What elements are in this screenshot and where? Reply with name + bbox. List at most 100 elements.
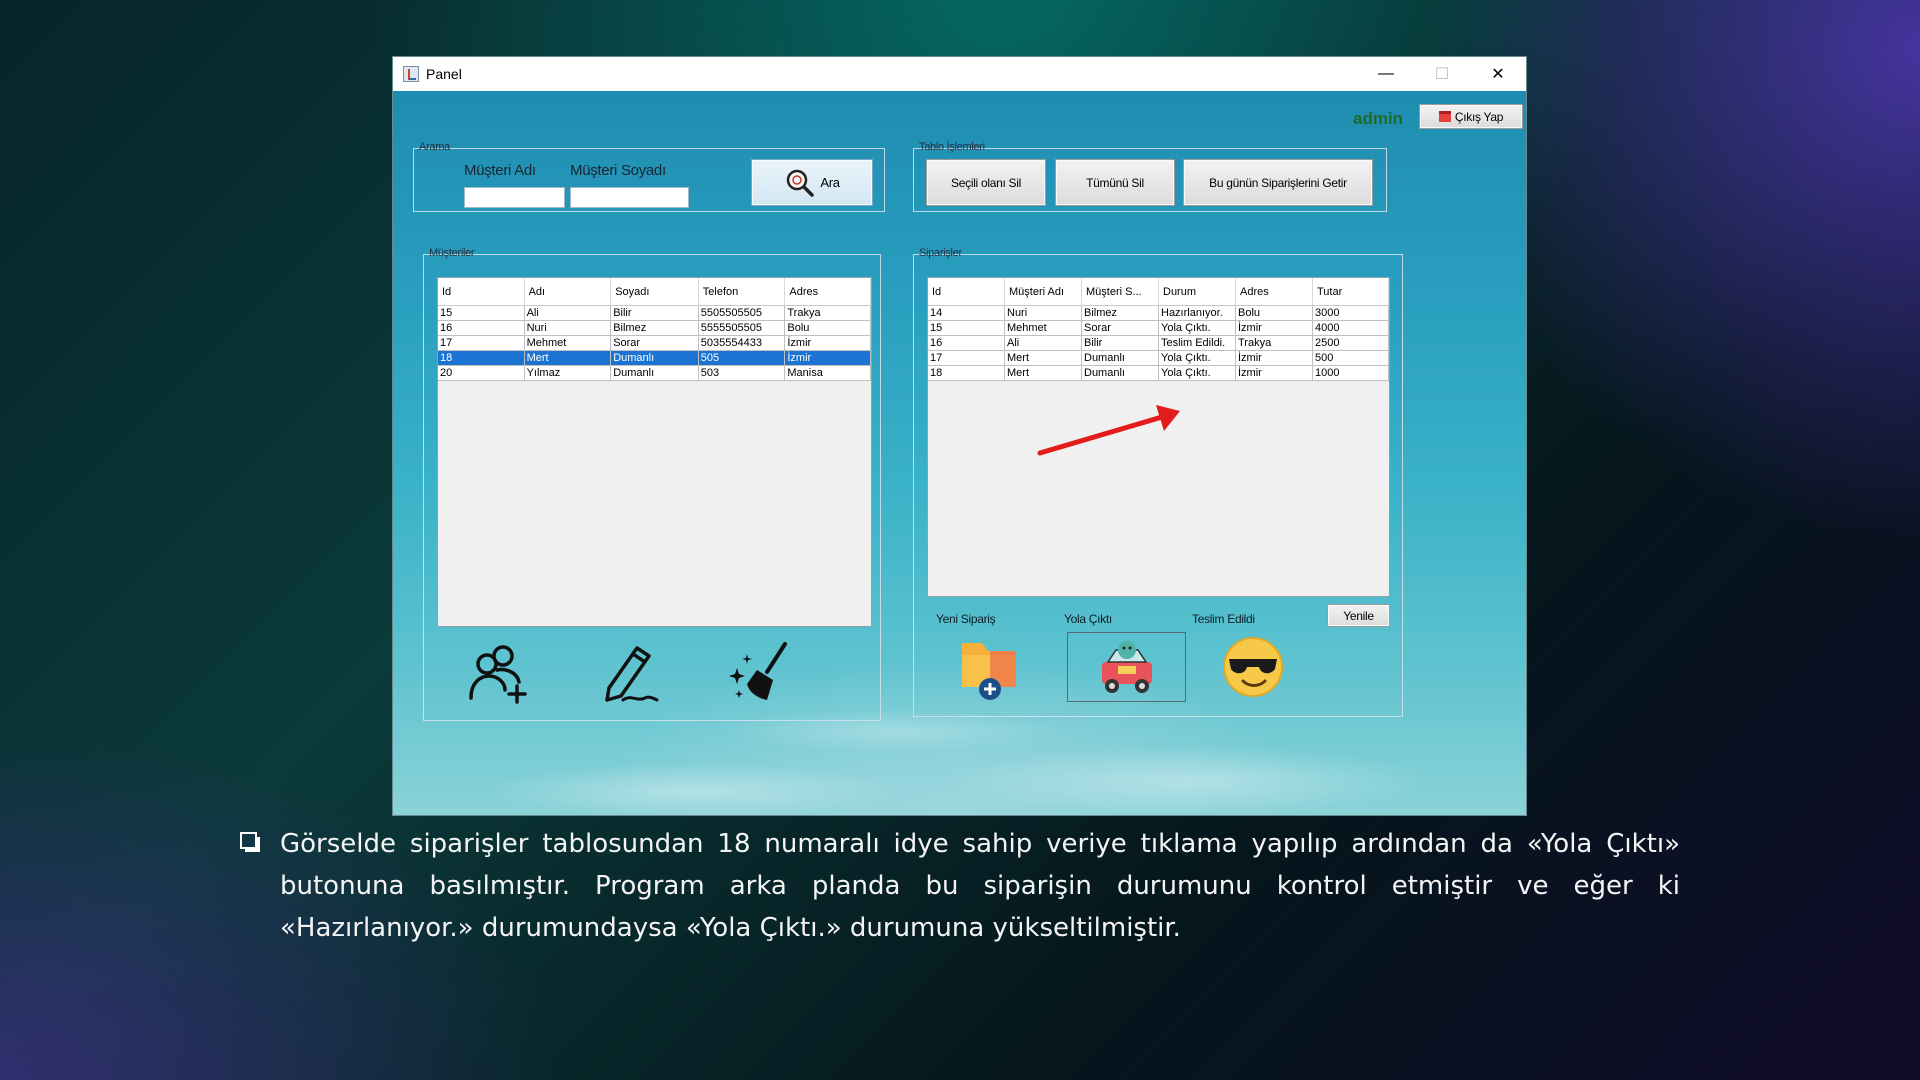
table-cell: Dumanlı [1082, 351, 1159, 366]
table-row[interactable]: 16 Nuri Bilmez 5555505505 Bolu [438, 321, 871, 336]
clear-customer-button[interactable] [724, 637, 794, 707]
annotation-arrow [1037, 405, 1180, 456]
column-header[interactable]: Id [438, 278, 525, 306]
shipped-button[interactable] [1067, 632, 1186, 702]
table-cell: 14 [928, 306, 1005, 321]
delete-all-button[interactable]: Tümünü Sil [1055, 159, 1175, 206]
table-cell: Teslim Edildi. [1159, 336, 1236, 351]
table-cell: Bilir [611, 306, 699, 321]
checkbox-bullet-icon [240, 832, 260, 852]
customers-table-header: Id Adı Soyadı Telefon Adres [438, 278, 871, 306]
table-cell: Sorar [611, 336, 699, 351]
table-row[interactable]: 16 Ali Bilir Teslim Edildi. Trakya 2500 [928, 336, 1389, 351]
shipped-label: Yola Çıktı [1064, 612, 1112, 626]
customers-table[interactable]: Id Adı Soyadı Telefon Adres 15 Ali Bilir… [437, 277, 872, 627]
table-cell: Yılmaz [524, 366, 612, 381]
column-header[interactable]: Durum [1159, 278, 1236, 306]
delivered-label: Teslim Edildi [1192, 612, 1255, 626]
table-cell: 15 [438, 306, 525, 321]
table-cell: İzmir [1236, 366, 1313, 381]
column-header[interactable]: Müşteri S... [1082, 278, 1159, 306]
column-header[interactable]: Adres [785, 278, 871, 306]
logout-button[interactable]: Çıkış Yap [1419, 104, 1523, 129]
edit-customer-button[interactable] [594, 637, 664, 707]
column-header[interactable]: Telefon [698, 278, 786, 306]
delivery-car-icon [1101, 641, 1152, 693]
column-header[interactable]: Müşteri Adı [1005, 278, 1082, 306]
table-cell: Mehmet [1005, 321, 1082, 336]
delivered-button[interactable] [1218, 632, 1288, 702]
close-button[interactable]: ✕ [1470, 57, 1526, 91]
new-order-button[interactable] [950, 632, 1030, 702]
table-cell: 3000 [1313, 306, 1389, 321]
table-cell: İzmir [1236, 321, 1313, 336]
table-row[interactable]: 20 Yılmaz Dumanlı 503 Manisa [438, 366, 871, 381]
panel-window: Panel — ☐ ✕ admin Çıkış Yap Arama Müşter… [393, 57, 1526, 815]
table-row[interactable]: 17 Mehmet Sorar 5035554433 İzmir [438, 336, 871, 351]
table-cell: Mert [1005, 351, 1082, 366]
customers-group-title: Müşteriler [429, 247, 475, 259]
table-cell: 16 [438, 321, 525, 336]
orders-group-title: Siparişler [919, 247, 962, 259]
table-cell: 18 [928, 366, 1005, 381]
cool-smiley-icon [1223, 637, 1283, 697]
java-app-icon [403, 66, 419, 82]
table-cell: Ali [1005, 336, 1082, 351]
column-header[interactable]: Id [928, 278, 1005, 306]
delete-selected-button[interactable]: Seçili olanı Sil [926, 159, 1046, 206]
table-row[interactable]: 14 Nuri Bilmez Hazırlanıyor. Bolu 3000 [928, 306, 1389, 321]
maximize-button[interactable]: ☐ [1414, 57, 1470, 91]
window-title: Panel [426, 66, 462, 82]
table-cell: İzmir [785, 351, 871, 366]
table-cell: Mert [524, 351, 612, 366]
slide-caption: Görselde siparişler tablosundan 18 numar… [280, 829, 1680, 943]
table-cell: 17 [438, 336, 525, 351]
table-cell: 5035554433 [698, 336, 786, 351]
table-row-selected[interactable]: 18 Mert Dumanlı 505 İzmir [438, 351, 871, 366]
table-row[interactable]: 15 Mehmet Sorar Yola Çıktı. İzmir 4000 [928, 321, 1389, 336]
table-cell: 2500 [1313, 336, 1389, 351]
orders-group: Siparişler Id Müşteri Adı Müşteri S... D… [913, 247, 1403, 717]
table-cell: 500 [1313, 351, 1389, 366]
table-cell: 5505505505 [698, 306, 786, 321]
table-cell: 15 [928, 321, 1005, 336]
column-header[interactable]: Soyadı [611, 278, 699, 306]
table-cell: 503 [698, 366, 786, 381]
table-operations-group: Tablo İşlemleri Seçili olanı Sil Tümünü … [913, 141, 1387, 212]
refresh-button[interactable]: Yenile [1327, 604, 1390, 627]
table-cell: 18 [438, 351, 525, 366]
table-cell: Bolu [1236, 306, 1313, 321]
minimize-button[interactable]: — [1358, 57, 1414, 91]
table-row[interactable]: 17 Mert Dumanlı Yola Çıktı. İzmir 500 [928, 351, 1389, 366]
search-button-label: Ara [820, 175, 840, 190]
last-name-input[interactable] [570, 187, 689, 208]
title-bar: Panel — ☐ ✕ [393, 57, 1526, 91]
panel-client-area: admin Çıkış Yap Arama Müşteri Adı Müşter… [393, 91, 1526, 815]
add-user-icon [469, 645, 527, 704]
add-customer-button[interactable] [464, 637, 534, 707]
column-header[interactable]: Tutar [1313, 278, 1389, 306]
orders-table-header: Id Müşteri Adı Müşteri S... Durum Adres … [928, 278, 1389, 306]
user-label: admin [1353, 109, 1404, 128]
today-orders-button[interactable]: Bu günün Siparişlerini Getir [1183, 159, 1373, 206]
table-cell: 16 [928, 336, 1005, 351]
table-cell: Yola Çıktı. [1159, 366, 1236, 381]
table-row[interactable]: 18 Mert Dumanlı Yola Çıktı. İzmir 1000 [928, 366, 1389, 381]
table-cell: Trakya [1236, 336, 1313, 351]
table-cell: 4000 [1313, 321, 1389, 336]
column-header[interactable]: Adres [1236, 278, 1313, 306]
search-group-title: Arama [419, 141, 450, 153]
table-cell: 505 [698, 351, 786, 366]
table-cell: 5555505505 [698, 321, 786, 336]
search-group: Arama Müşteri Adı Müşteri Soyadı Ara [413, 141, 885, 212]
table-cell: Mehmet [524, 336, 612, 351]
first-name-input[interactable] [464, 187, 565, 208]
new-order-label: Yeni Sipariş [936, 612, 996, 626]
table-cell: Manisa [785, 366, 871, 381]
logout-label: Çıkış Yap [1454, 109, 1504, 124]
search-button[interactable]: Ara [751, 159, 873, 206]
table-cell: 17 [928, 351, 1005, 366]
table-row[interactable]: 15 Ali Bilir 5505505505 Trakya [438, 306, 871, 321]
column-header[interactable]: Adı [524, 278, 612, 306]
edit-pen-icon [605, 646, 659, 702]
